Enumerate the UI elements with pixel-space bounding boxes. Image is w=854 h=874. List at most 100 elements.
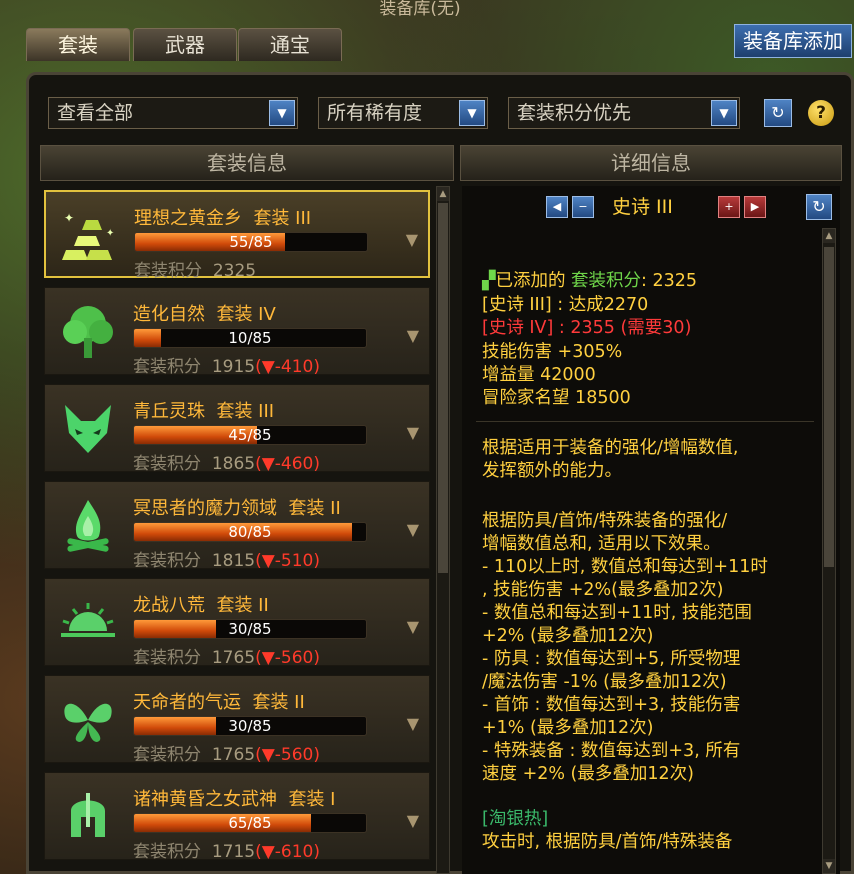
- prev-tier-icon[interactable]: ◀: [546, 196, 568, 218]
- progress-text: 65/85: [228, 814, 272, 832]
- tab-weapon[interactable]: 武器: [133, 28, 237, 61]
- help-icon[interactable]: ?: [808, 100, 834, 126]
- set-list: ✦ ✦ 理想之黄金乡 套装 III 55/85 套装积分 2325 ▼ 造化自然…: [40, 186, 434, 874]
- progress-bar: 30/85: [133, 619, 367, 639]
- divider: [476, 421, 814, 422]
- svg-text:✦: ✦: [106, 228, 114, 239]
- rarity-filter-dropdown[interactable]: 所有稀有度 ▼: [318, 97, 488, 129]
- desc-line: , 技能伤害 +2%(最多叠加2次): [482, 580, 724, 600]
- added-score-line: ▞已添加的 套装积分: 2325: [482, 271, 698, 291]
- set-name: 青丘灵珠 套装 III: [133, 401, 275, 422]
- add-to-library-button[interactable]: 装备库添加: [734, 24, 852, 58]
- sub-effect-line: 攻击时, 根据防具/首饰/特殊装备: [482, 832, 733, 852]
- scroll-up-icon[interactable]: ▲: [437, 187, 449, 201]
- chevron-down-icon[interactable]: ▼: [711, 100, 737, 126]
- set-score: 套装积分 1765(▼-560): [133, 745, 320, 765]
- view-filter-value: 查看全部: [57, 102, 134, 124]
- set-list-item[interactable]: 青丘灵珠 套装 III 45/85 套装积分 1865(▼-460) ▼: [44, 384, 430, 474]
- stat-line: 冒险家名望 18500: [482, 388, 631, 408]
- set-name: 龙战八荒 套装 II: [133, 595, 269, 616]
- scroll-up-icon[interactable]: ▲: [823, 229, 835, 243]
- scroll-thumb[interactable]: [824, 247, 834, 567]
- next-tier-icon[interactable]: ▶: [744, 196, 766, 218]
- progress-bar: 45/85: [133, 425, 367, 445]
- set-list-item[interactable]: 造化自然 套装 IV 10/85 套装积分 1915(▼-410) ▼: [44, 287, 430, 377]
- achieved-tier: [史诗 III] : 达成2270: [482, 295, 649, 315]
- bonfire-icon: [67, 500, 109, 552]
- detail-scrollbar[interactable]: ▲ ▼: [822, 228, 836, 874]
- set-name: 冥思者的魔力领域 套装 II: [133, 498, 341, 519]
- tab-coin[interactable]: 通宝: [238, 28, 342, 61]
- chevron-down-icon[interactable]: ▼: [407, 617, 419, 636]
- sort-dropdown[interactable]: 套装积分优先 ▼: [508, 97, 740, 129]
- tab-set[interactable]: 套装: [26, 28, 130, 61]
- set-score: 套装积分 1915(▼-410): [133, 357, 320, 377]
- set-list-item[interactable]: 诸神黄昏之女武神 套装 I 65/85 套装积分 1715(▼-610) ▼: [44, 772, 430, 862]
- progress-bar: 55/85: [134, 232, 368, 252]
- window-title: 装备库(无): [379, 0, 461, 19]
- scroll-down-icon[interactable]: ▼: [823, 859, 835, 873]
- progress-text: 55/85: [229, 233, 273, 251]
- desc-line: 增幅数值总和, 适用以下效果。: [482, 534, 721, 554]
- chevron-down-icon[interactable]: ▼: [407, 520, 419, 539]
- set-list-item[interactable]: 龙战八荒 套装 II 30/85 套装积分 1765(▼-560) ▼: [44, 578, 430, 668]
- progress-bar: 65/85: [133, 813, 367, 833]
- progress-bar: 10/85: [133, 328, 367, 348]
- refresh-icon[interactable]: ↻: [764, 99, 792, 127]
- gold-bars-icon: ✦ ✦: [62, 211, 114, 260]
- set-score: 套装积分 1715(▼-610): [133, 842, 320, 862]
- tier-label: 史诗 III: [612, 196, 673, 218]
- chevron-down-icon[interactable]: ▼: [407, 326, 419, 345]
- desc-line: /魔法伤害 -1% (最多叠加12次): [482, 672, 727, 692]
- set-score: 套装积分 2325: [134, 261, 257, 281]
- chevron-down-icon[interactable]: ▼: [459, 100, 485, 126]
- desc-line: - 首饰 : 数值每达到+3, 技能伤害: [482, 695, 741, 715]
- set-name: 天命者的气运 套装 II: [133, 692, 305, 713]
- scroll-thumb[interactable]: [438, 203, 448, 573]
- set-name: 造化自然 套装 IV: [133, 304, 276, 325]
- set-info-header: 套装信息: [40, 145, 454, 181]
- set-list-item[interactable]: 冥思者的魔力领域 套装 II 80/85 套装积分 1815(▼-510) ▼: [44, 481, 430, 571]
- helmet-icon: [71, 793, 105, 837]
- refresh-icon[interactable]: ↻: [806, 194, 832, 220]
- progress-text: 30/85: [228, 620, 272, 638]
- chevron-down-icon[interactable]: ▼: [406, 230, 418, 249]
- chevron-down-icon[interactable]: ▼: [407, 714, 419, 733]
- set-score: 套装积分 1765(▼-560): [133, 648, 320, 668]
- tree-icon: [63, 306, 113, 358]
- svg-text:✦: ✦: [64, 211, 74, 225]
- set-list-item[interactable]: 天命者的气运 套装 II 30/85 套装积分 1765(▼-560) ▼: [44, 675, 430, 765]
- desc-line: - 数值总和每达到+11时, 技能范围: [482, 603, 752, 623]
- sort-value: 套装积分优先: [517, 102, 632, 124]
- next-tier: [史诗 IV] : 2355 (需要30): [482, 318, 692, 338]
- desc-line: 发挥额外的能力。: [482, 461, 622, 481]
- progress-bar: 80/85: [133, 522, 367, 542]
- progress-text: 30/85: [228, 717, 272, 735]
- chevron-down-icon[interactable]: ▼: [269, 100, 295, 126]
- rarity-filter-value: 所有稀有度: [327, 102, 423, 124]
- desc-line: +2% (最多叠加12次): [482, 626, 654, 646]
- rising-sun-icon: [61, 603, 115, 637]
- view-filter-dropdown[interactable]: 查看全部 ▼: [48, 97, 298, 129]
- stat-line: 技能伤害 +305%: [482, 342, 623, 362]
- butterfly-icon: [64, 703, 112, 742]
- set-score: 套装积分 1865(▼-460): [133, 454, 320, 474]
- desc-line: 根据防具/首饰/特殊装备的强化/: [482, 511, 728, 531]
- plus-icon[interactable]: +: [718, 196, 740, 218]
- progress-text: 45/85: [228, 426, 272, 444]
- progress-text: 80/85: [228, 523, 272, 541]
- set-name: 诸神黄昏之女武神 套装 I: [133, 789, 336, 810]
- desc-line: 根据适用于装备的强化/增幅数值,: [482, 438, 739, 458]
- progress-bar: 30/85: [133, 716, 367, 736]
- chevron-down-icon[interactable]: ▼: [407, 423, 419, 442]
- sub-effect-title: [淘银热]: [482, 809, 549, 829]
- set-score: 套装积分 1815(▼-510): [133, 551, 320, 571]
- progress-text: 10/85: [228, 329, 272, 347]
- set-list-scrollbar[interactable]: ▲: [436, 186, 450, 874]
- desc-line: - 防具 : 数值每达到+5, 所受物理: [482, 649, 741, 669]
- set-list-item[interactable]: ✦ ✦ 理想之黄金乡 套装 III 55/85 套装积分 2325 ▼: [44, 190, 430, 281]
- desc-line: - 110以上时, 数值总和每达到+11时: [482, 557, 768, 577]
- minus-icon[interactable]: −: [572, 196, 594, 218]
- chevron-down-icon[interactable]: ▼: [407, 811, 419, 830]
- set-name: 理想之黄金乡 套装 III: [134, 208, 312, 229]
